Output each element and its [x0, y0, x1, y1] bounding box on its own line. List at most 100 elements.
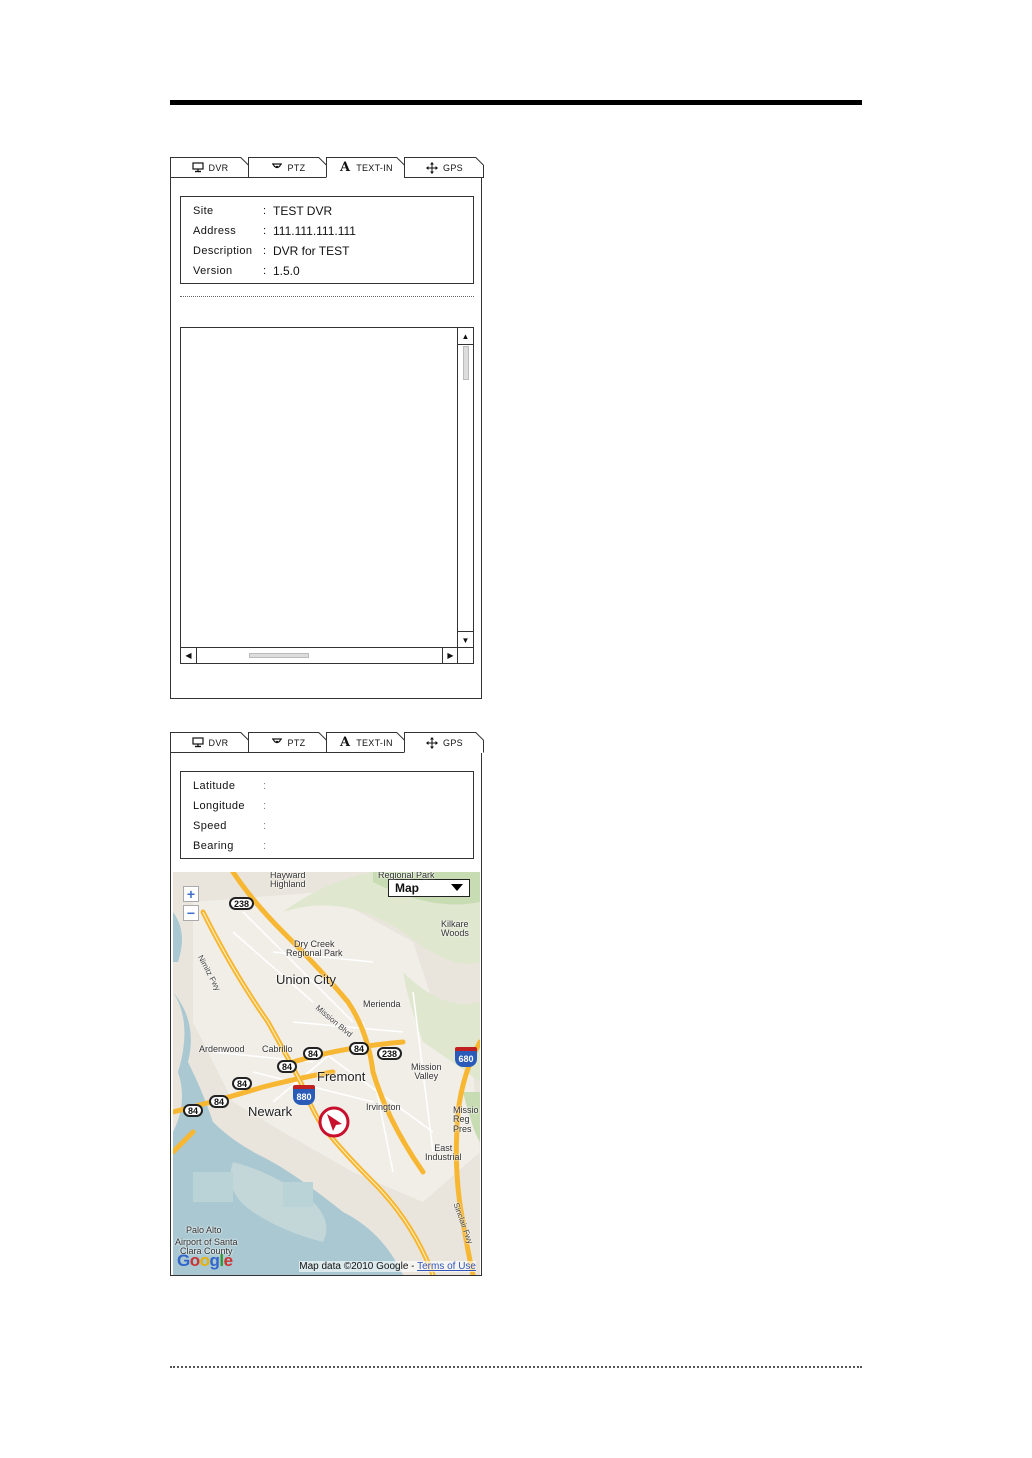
terms-of-use-link[interactable]: Terms of Use [417, 1261, 476, 1272]
description-label: Description [193, 245, 253, 257]
map-label: Mission Valley [411, 1062, 442, 1082]
longitude-row: Longitude : [193, 798, 273, 814]
highway-shield: 84 [349, 1042, 370, 1055]
map-label: Newark [248, 1104, 293, 1119]
map-label: Palo Alto [186, 1225, 222, 1235]
map-label: Union City [276, 972, 336, 987]
map-label: Fremont [317, 1069, 366, 1084]
bearing-row: Bearing : [193, 838, 273, 854]
ptz-camera-icon [270, 161, 284, 175]
map-label: Merienda [363, 999, 401, 1009]
text-in-panel: DVR PTZ A TEXT-IN GPS Site : TEST DVR Ad… [170, 157, 484, 699]
map-label: Hayward Highland [270, 872, 306, 890]
ptz-camera-icon [270, 736, 284, 750]
map-label: Missio Reg Pres [453, 1105, 479, 1134]
highway-shield: 84 [277, 1060, 298, 1073]
monitor-icon [191, 736, 205, 750]
tab-ptz-label: PTZ [287, 737, 306, 748]
description-row: Description : DVR for TEST [193, 243, 349, 259]
horizontal-scroll-thumb[interactable] [249, 653, 309, 658]
tab-ptz[interactable]: PTZ [248, 732, 327, 753]
gps-info-box: Latitude : Longitude : Speed : Bearing : [180, 771, 474, 859]
tab-text-in-label: TEXT-IN [356, 162, 393, 173]
gps-location-marker-icon[interactable] [318, 1106, 350, 1138]
map-label: East Industrial [425, 1143, 462, 1163]
speed-label: Speed [193, 820, 227, 832]
tab-gps[interactable]: GPS [404, 732, 484, 753]
separator: : [263, 245, 267, 257]
tab-gps-label: GPS [443, 737, 463, 748]
site-row: Site : TEST DVR [193, 203, 332, 219]
highway-shield: 84 [232, 1077, 253, 1090]
map-type-select[interactable]: Map [388, 879, 470, 897]
highway-shield: 238 [229, 897, 255, 910]
dropdown-arrow-icon [451, 884, 463, 891]
tab-dvr-label: DVR [208, 737, 229, 748]
version-value: 1.5.0 [273, 264, 300, 278]
scroll-up-arrow-icon[interactable]: ▲ [458, 328, 473, 345]
tab-text-in[interactable]: A TEXT-IN [326, 157, 405, 178]
version-label: Version [193, 265, 233, 277]
move-arrows-icon [425, 161, 439, 175]
separator: : [263, 780, 267, 792]
description-value: DVR for TEST [273, 244, 350, 258]
vertical-scrollbar[interactable]: ▲ ▼ [457, 328, 473, 648]
bearing-label: Bearing [193, 840, 234, 852]
speed-row: Speed : [193, 818, 273, 834]
gps-map[interactable]: + − Map Regional Park Hayward Highland K… [173, 872, 480, 1275]
text-a-icon: A [339, 160, 351, 175]
text-a-icon: A [339, 735, 351, 750]
interstate-shield: 680 [455, 1047, 477, 1067]
horizontal-scrollbar[interactable]: ◀ ▶ [181, 647, 458, 663]
tab-ptz[interactable]: PTZ [248, 157, 327, 178]
dvr-info-box: Site : TEST DVR Address : 111.111.111.11… [180, 196, 474, 284]
tab-dvr[interactable]: DVR [170, 157, 249, 178]
highway-shield: 84 [183, 1104, 204, 1117]
tab-dvr[interactable]: DVR [170, 732, 249, 753]
interstate-shield: 880 [293, 1085, 315, 1105]
longitude-label: Longitude [193, 800, 245, 812]
map-copyright-text: Map data ©2010 Google - [299, 1261, 418, 1272]
map-type-value: Map [395, 881, 419, 895]
scrollbar-corner [457, 647, 473, 663]
version-row: Version : 1.5.0 [193, 263, 300, 279]
address-row: Address : 111.111.111.111 [193, 223, 356, 239]
vertical-scroll-thumb[interactable] [463, 346, 469, 380]
latitude-label: Latitude [193, 780, 236, 792]
scroll-left-arrow-icon[interactable]: ◀ [181, 648, 197, 663]
zoom-out-button[interactable]: − [183, 905, 199, 921]
highway-shield: 238 [377, 1047, 403, 1060]
scroll-down-arrow-icon[interactable]: ▼ [458, 631, 473, 648]
tab-bar: DVR PTZ A TEXT-IN GPS [170, 157, 484, 179]
map-label: Regional Park [378, 872, 435, 880]
scroll-right-arrow-icon[interactable]: ▶ [442, 648, 458, 663]
site-label: Site [193, 205, 214, 217]
text-in-log-area[interactable]: ▲ ▼ ◀ ▶ [180, 327, 474, 664]
address-value: 111.111.111.111 [273, 224, 356, 238]
page-header-rule [170, 100, 862, 105]
gps-panel: DVR PTZ A TEXT-IN GPS Latitude : Longitu… [170, 732, 484, 1276]
map-label: Cabrillo [262, 1044, 293, 1054]
highway-shield: 84 [303, 1047, 324, 1060]
separator: : [263, 820, 267, 832]
separator: : [263, 205, 267, 217]
google-logo: Google [177, 1251, 233, 1270]
map-label: Kilkare Woods [441, 919, 469, 939]
separator: : [263, 840, 267, 852]
tab-dvr-label: DVR [208, 162, 229, 173]
separator: : [263, 800, 267, 812]
monitor-icon [191, 161, 205, 175]
tab-text-in-label: TEXT-IN [356, 737, 393, 748]
move-arrows-icon [425, 736, 439, 750]
map-copyright: Map data ©2010 Google - Terms of Use [299, 1261, 476, 1272]
latitude-row: Latitude : [193, 778, 273, 794]
map-label: Dry Creek Regional Park [286, 939, 343, 959]
map-label: Irvington [366, 1102, 401, 1112]
tab-gps-label: GPS [443, 162, 463, 173]
tab-ptz-label: PTZ [287, 162, 306, 173]
separator: : [263, 265, 267, 277]
page-footer-rule [170, 1366, 862, 1368]
tab-gps[interactable]: GPS [404, 157, 484, 178]
tab-text-in[interactable]: A TEXT-IN [326, 732, 405, 753]
zoom-in-button[interactable]: + [183, 886, 199, 902]
